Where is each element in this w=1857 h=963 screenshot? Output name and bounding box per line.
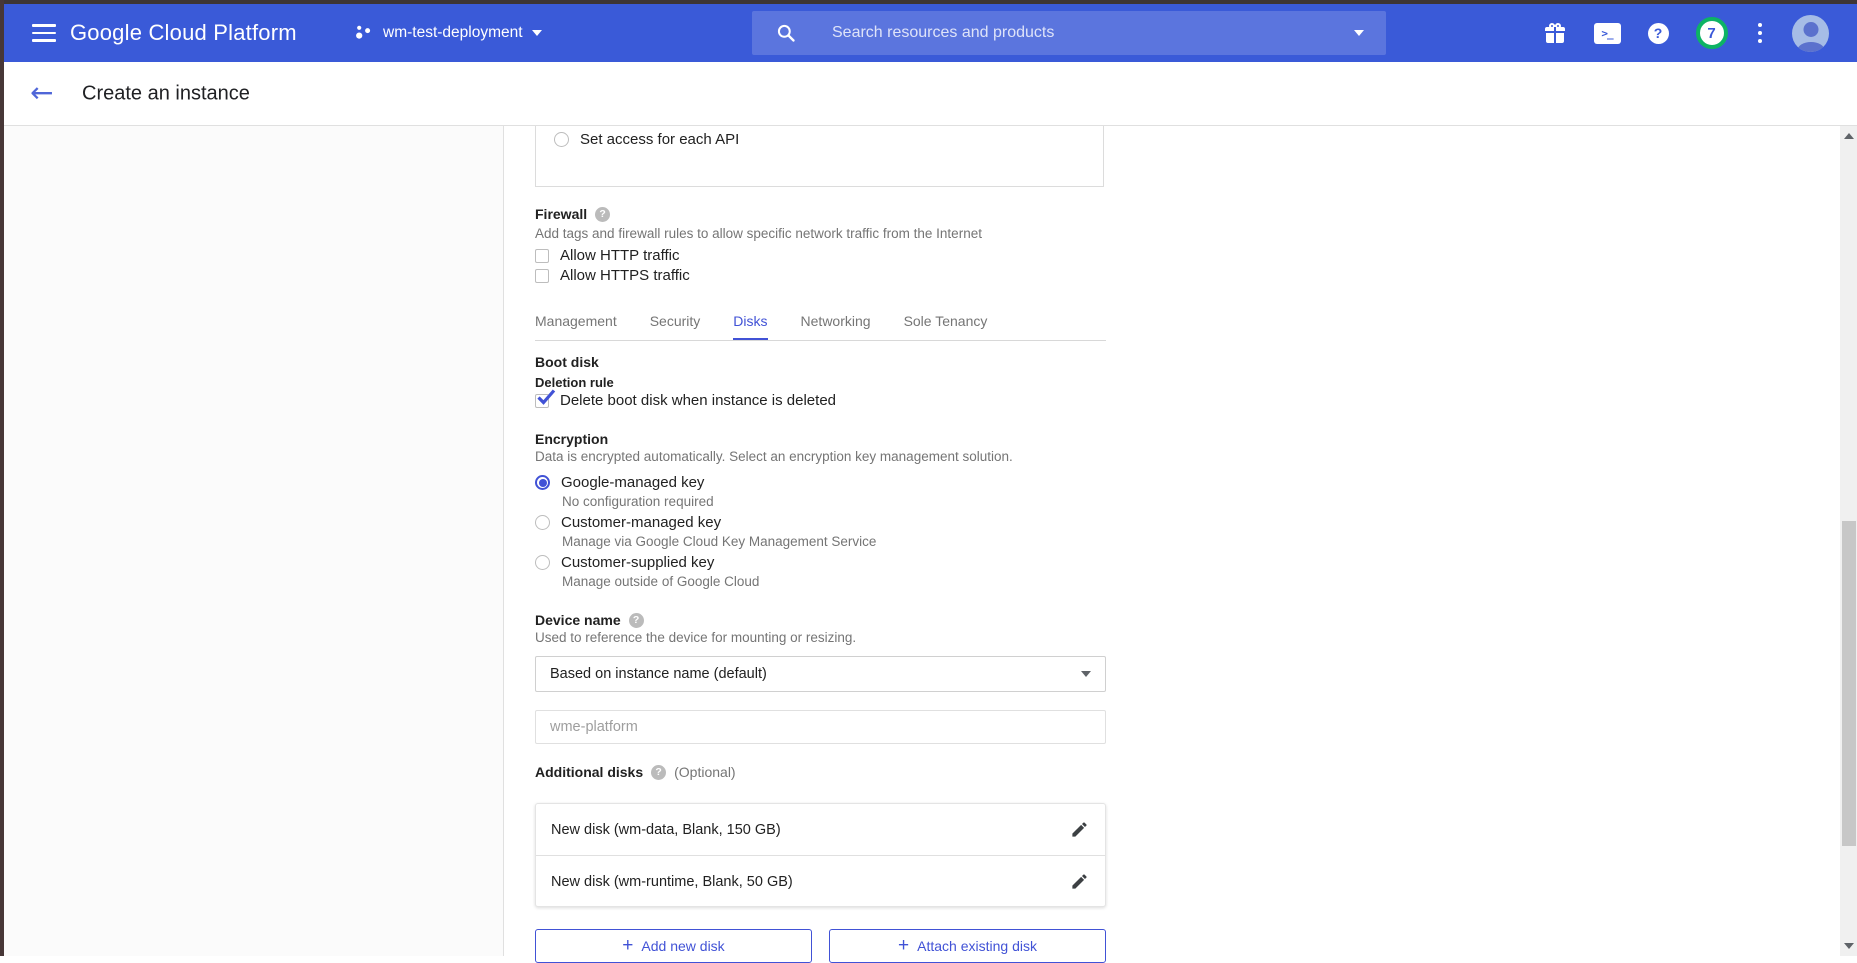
additional-disks-list: New disk (wm-data, Blank, 150 GB) New di… — [535, 803, 1106, 907]
menu-icon[interactable] — [32, 24, 56, 42]
window-edge-left — [0, 0, 4, 956]
device-name-label: Device name ? — [535, 612, 644, 628]
gift-icon[interactable] — [1543, 21, 1567, 45]
plus-icon: + — [622, 936, 633, 955]
tab-networking[interactable]: Networking — [801, 310, 871, 340]
additional-disks-label: Additional disks ? (Optional) — [535, 764, 736, 780]
tab-sole-tenancy[interactable]: Sole Tenancy — [904, 310, 988, 340]
search-icon — [776, 23, 796, 43]
scrollbar-thumb[interactable] — [1842, 521, 1856, 846]
page-title: Create an instance — [82, 82, 250, 105]
boot-disk-title: Boot disk — [535, 354, 599, 370]
radio-selected-icon — [535, 475, 550, 490]
device-name-help-icon[interactable]: ? — [629, 613, 644, 628]
checkbox-icon — [535, 269, 549, 283]
edit-disk-icon[interactable] — [1068, 871, 1090, 893]
firewall-label: Firewall ? — [535, 206, 610, 222]
settings-tabs: Management Security Disks Networking Sol… — [535, 310, 1106, 341]
customer-supplied-key-sublabel: Manage outside of Google Cloud — [562, 574, 759, 589]
customer-managed-key-sublabel: Manage via Google Cloud Key Management S… — [562, 534, 876, 549]
radio-icon — [554, 132, 569, 147]
device-name-select[interactable]: Based on instance name (default) — [535, 656, 1106, 692]
scroll-down-arrow-icon[interactable] — [1844, 943, 1854, 949]
device-name-description: Used to reference the device for mountin… — [535, 630, 856, 645]
top-app-bar: Google Cloud Platform wm-test-deployment… — [4, 4, 1857, 62]
tab-management[interactable]: Management — [535, 310, 617, 340]
additional-disks-help-icon[interactable]: ? — [651, 765, 666, 780]
api-access-box: Set access for each API — [535, 126, 1104, 187]
topbar-actions: >_ ? 7 — [1543, 4, 1830, 62]
notifications-icon[interactable]: 7 — [1696, 17, 1728, 49]
firewall-help-icon[interactable]: ? — [595, 207, 610, 222]
scroll-up-arrow-icon[interactable] — [1844, 133, 1854, 139]
window-edge-top — [0, 0, 1857, 4]
device-name-input[interactable] — [536, 711, 1105, 743]
tab-security[interactable]: Security — [650, 310, 701, 340]
avatar-body — [1797, 42, 1824, 52]
page-header: ← Create an instance — [4, 62, 1857, 126]
checkbox-delete-boot-disk[interactable]: Delete boot disk when instance is delete… — [535, 392, 836, 409]
add-new-disk-button[interactable]: + Add new disk — [535, 929, 812, 963]
checkbox-allow-http[interactable]: Allow HTTP traffic — [535, 247, 679, 264]
notification-count-badge: 7 — [1696, 17, 1728, 49]
search-input[interactable] — [830, 23, 1354, 43]
project-icon — [354, 23, 374, 43]
scrollbar[interactable] — [1840, 126, 1857, 956]
chevron-down-icon — [1081, 671, 1091, 677]
radio-google-managed-key[interactable]: Google-managed key — [535, 474, 704, 491]
create-instance-form: Set access for each API Firewall ? Add t… — [535, 126, 1106, 956]
gcp-logo: Google Cloud Platform — [70, 20, 297, 46]
disk-row-wm-runtime: New disk (wm-runtime, Blank, 50 GB) — [536, 855, 1105, 907]
back-button[interactable]: ← — [30, 78, 53, 106]
attach-existing-disk-button[interactable]: + Attach existing disk — [829, 929, 1106, 963]
search-bar[interactable] — [752, 11, 1386, 55]
device-name-input-wrap — [535, 710, 1106, 744]
search-dropdown-icon[interactable] — [1354, 30, 1364, 36]
left-panel — [4, 126, 504, 956]
optional-note: (Optional) — [674, 764, 735, 780]
radio-customer-managed-key[interactable]: Customer-managed key — [535, 514, 721, 531]
radio-icon — [535, 515, 550, 530]
help-icon[interactable]: ? — [1648, 23, 1669, 44]
radio-set-access-each-api[interactable]: Set access for each API — [554, 131, 739, 148]
edit-disk-icon[interactable] — [1068, 819, 1090, 841]
plus-icon: + — [898, 936, 909, 955]
chevron-down-icon — [532, 30, 542, 36]
checkbox-allow-https[interactable]: Allow HTTPS traffic — [535, 267, 690, 284]
checkbox-checked-icon — [535, 394, 549, 408]
project-selector[interactable]: wm-test-deployment — [354, 23, 542, 43]
radio-customer-supplied-key[interactable]: Customer-supplied key — [535, 554, 714, 571]
encryption-description: Data is encrypted automatically. Select … — [535, 449, 1013, 464]
firewall-description: Add tags and firewall rules to allow spe… — [535, 226, 982, 241]
cloud-shell-icon[interactable]: >_ — [1594, 23, 1621, 44]
avatar[interactable] — [1792, 15, 1829, 52]
disk-row-wm-data: New disk (wm-data, Blank, 150 GB) — [536, 804, 1105, 855]
radio-icon — [535, 555, 550, 570]
google-managed-key-sublabel: No configuration required — [562, 494, 714, 509]
more-options-icon[interactable] — [1755, 23, 1766, 44]
tab-disks[interactable]: Disks — [733, 310, 767, 340]
avatar-head — [1803, 22, 1818, 37]
project-name: wm-test-deployment — [383, 24, 523, 42]
checkbox-icon — [535, 249, 549, 263]
encryption-label: Encryption — [535, 431, 608, 447]
